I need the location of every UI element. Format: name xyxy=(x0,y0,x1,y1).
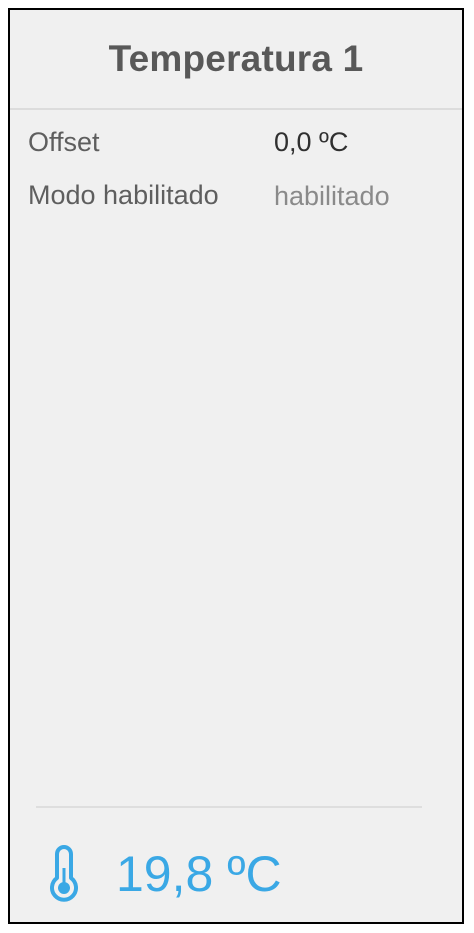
mode-label: Modo habilitado xyxy=(28,180,219,210)
sensor-panel: Temperatura 1 Offset 0,0 ºC Modo habilit… xyxy=(8,8,464,924)
header-divider xyxy=(10,108,462,110)
thermometer-icon xyxy=(50,845,78,902)
footer-divider xyxy=(36,806,422,808)
mode-value[interactable]: habilitado xyxy=(274,180,390,212)
page-title: Temperatura 1 xyxy=(108,38,364,79)
offset-label: Offset xyxy=(28,127,100,157)
offset-value[interactable]: 0,0 ºC xyxy=(274,126,348,158)
temperature-reading: 19,8 ºC xyxy=(116,846,282,902)
